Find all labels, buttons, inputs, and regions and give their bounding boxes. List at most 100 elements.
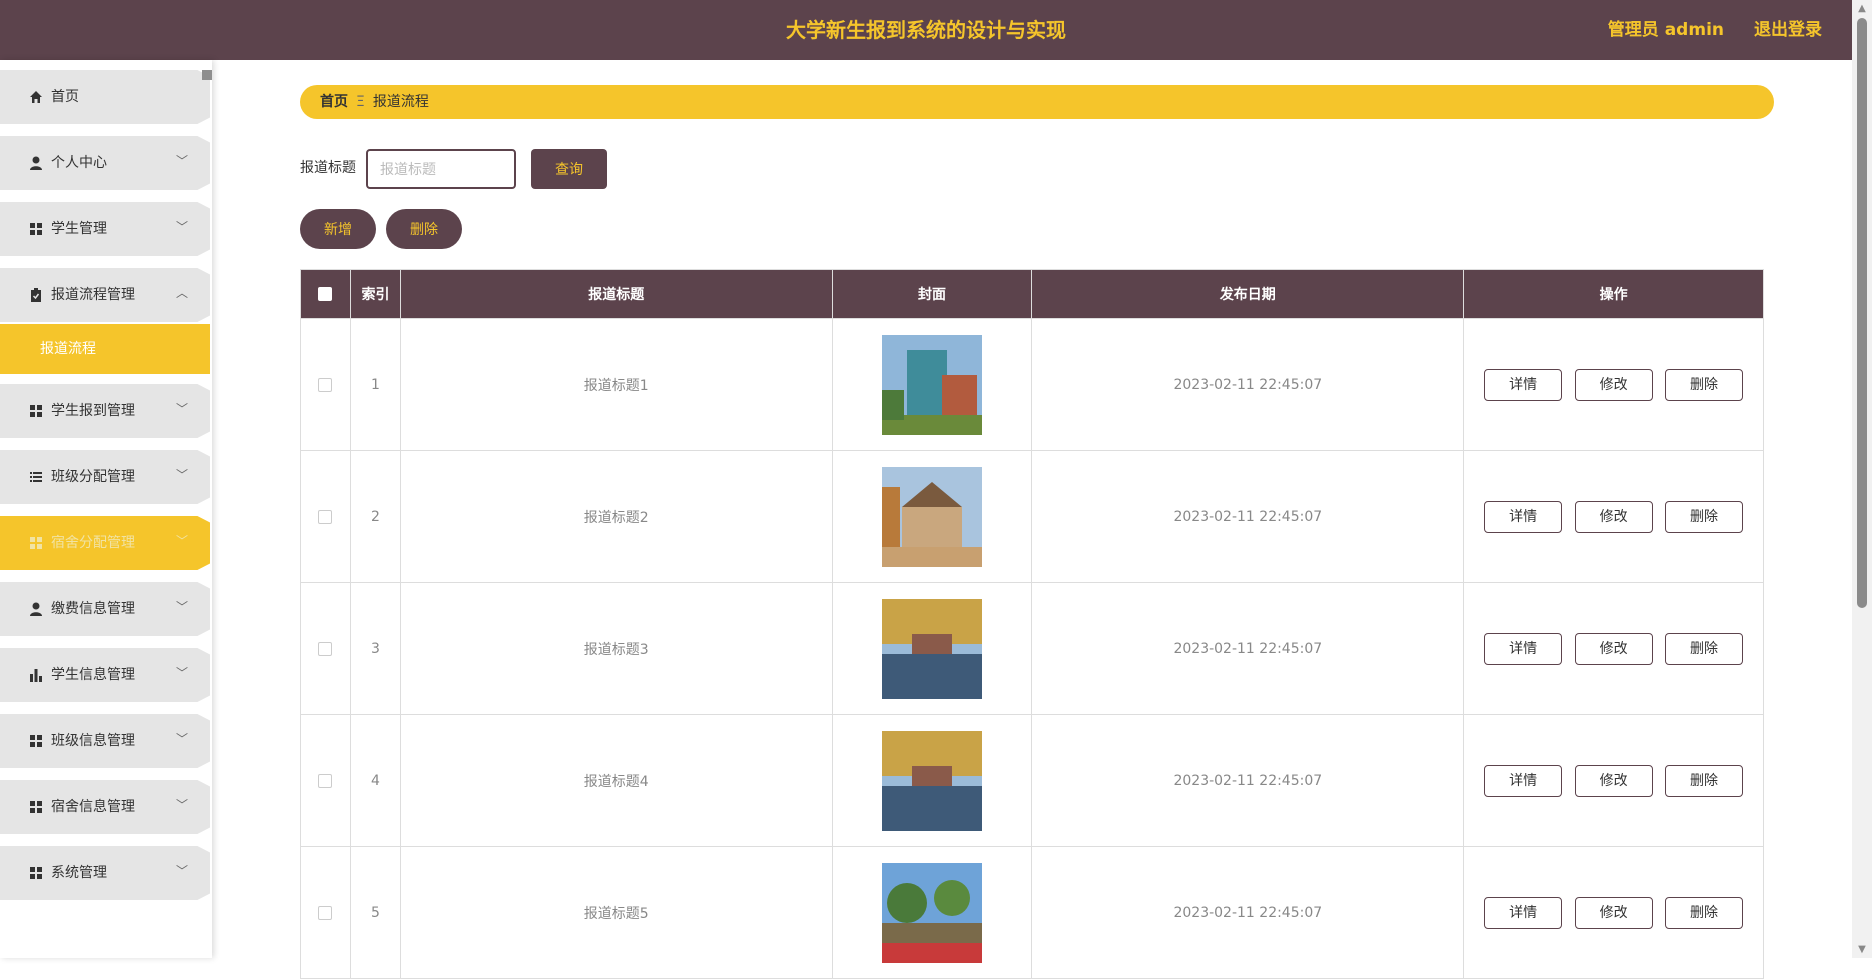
search-input[interactable] — [366, 149, 516, 189]
row-title: 报道标题5 — [399, 846, 833, 979]
current-user[interactable]: 管理员 admin — [1608, 0, 1724, 60]
cover-image[interactable] — [882, 862, 983, 963]
sidebar: 首页 个人中心 ﹀ 学生管理 ﹀ 报道流程管理 ︿ 报道流程 学生报到管理 ﹀ … — [0, 60, 212, 958]
table-row: 4 报道标题4 2023-02-11 22:45:07 详情 修改 删除 — [300, 714, 1764, 847]
delete-button[interactable]: 删除 — [1665, 764, 1744, 797]
cover-image[interactable] — [882, 334, 983, 435]
row-title: 报道标题1 — [399, 318, 833, 451]
sidebar-item-dorm-assignment[interactable]: 宿舍分配管理 ﹀ — [0, 516, 210, 570]
column-header-actions: 操作 — [1463, 269, 1764, 319]
chevron-down-icon: ﹀ — [175, 666, 188, 680]
breadcrumb-separator-icon: Ξ — [356, 94, 365, 110]
row-title: 报道标题4 — [399, 714, 833, 847]
scroll-down-icon[interactable]: ▼ — [1852, 941, 1872, 958]
user-icon — [30, 602, 42, 616]
scroll-up-icon[interactable]: ▲ — [1852, 0, 1872, 17]
menu-corner-decoration — [202, 70, 212, 80]
sidebar-item-home[interactable]: 首页 — [0, 70, 210, 124]
sidebar-item-class-info[interactable]: 班级信息管理 ﹀ — [0, 714, 210, 768]
row-checkbox[interactable] — [318, 641, 333, 656]
select-all-checkbox[interactable] — [318, 287, 333, 301]
sidebar-item-label: 学生信息管理 — [51, 667, 135, 683]
detail-button[interactable]: 详情 — [1484, 896, 1563, 929]
row-checkbox[interactable] — [318, 773, 333, 788]
grid-icon — [30, 735, 42, 747]
select-all-header[interactable] — [300, 269, 351, 319]
delete-button[interactable]: 删除 — [1665, 632, 1744, 665]
vertical-scrollbar[interactable]: ▲ ▼ — [1852, 0, 1872, 958]
table-row: 5 报道标题5 2023-02-11 22:45:07 详情 修改 删除 — [300, 846, 1764, 979]
edit-button[interactable]: 修改 — [1574, 764, 1653, 797]
sidebar-item-system[interactable]: 系统管理 ﹀ — [0, 846, 210, 900]
edit-button[interactable]: 修改 — [1574, 896, 1653, 929]
row-checkbox[interactable] — [318, 905, 333, 920]
row-index: 5 — [349, 846, 401, 979]
detail-button[interactable]: 详情 — [1484, 764, 1563, 797]
sidebar-item-profile[interactable]: 个人中心 ﹀ — [0, 136, 210, 190]
chevron-down-icon: ﹀ — [175, 600, 188, 614]
breadcrumb-home[interactable]: 首页 — [320, 94, 348, 110]
row-date: 2023-02-11 22:45:07 — [1031, 846, 1465, 979]
row-index: 3 — [349, 582, 401, 715]
breadcrumb: 首页 Ξ 报道流程 — [300, 85, 1774, 119]
cover-image[interactable] — [882, 466, 983, 567]
sidebar-item-label: 班级信息管理 — [51, 733, 135, 749]
sidebar-subitem-registration-process[interactable]: 报道流程 — [0, 324, 210, 374]
sidebar-item-label: 班级分配管理 — [51, 469, 135, 485]
app-title: 大学新生报到系统的设计与实现 — [786, 18, 1066, 42]
table-row: 1 报道标题1 2023-02-11 22:45:07 详情 修改 删除 — [300, 318, 1764, 451]
detail-button[interactable]: 详情 — [1484, 500, 1563, 533]
top-header: 大学新生报到系统的设计与实现 管理员 admin 退出登录 — [0, 0, 1852, 60]
clipboard-icon — [31, 288, 41, 302]
sidebar-item-students[interactable]: 学生管理 ﹀ — [0, 202, 210, 256]
scrollbar-thumb[interactable] — [1857, 18, 1867, 608]
logout-link[interactable]: 退出登录 — [1754, 0, 1822, 60]
sidebar-item-label: 学生管理 — [51, 221, 107, 237]
sidebar-item-registration-process[interactable]: 报道流程管理 ︿ — [0, 268, 210, 322]
list-icon — [30, 472, 42, 482]
sidebar-item-label: 宿舍分配管理 — [51, 535, 135, 551]
chevron-up-icon: ︿ — [175, 286, 188, 300]
search-label: 报道标题 — [300, 160, 356, 176]
sidebar-item-label: 系统管理 — [51, 865, 107, 881]
row-date: 2023-02-11 22:45:07 — [1031, 318, 1465, 451]
sidebar-item-label: 首页 — [51, 89, 79, 105]
bar-chart-icon — [30, 669, 42, 682]
delete-button[interactable]: 删除 — [1665, 368, 1744, 401]
row-date: 2023-02-11 22:45:07 — [1031, 582, 1465, 715]
detail-button[interactable]: 详情 — [1484, 368, 1563, 401]
edit-button[interactable]: 修改 — [1574, 500, 1653, 533]
delete-button[interactable]: 删除 — [1665, 500, 1744, 533]
chevron-down-icon: ﹀ — [175, 220, 188, 234]
chevron-down-icon: ﹀ — [175, 154, 188, 168]
delete-button[interactable]: 删除 — [1665, 896, 1744, 929]
batch-delete-button[interactable]: 删除 — [386, 209, 462, 249]
cover-image[interactable] — [882, 730, 983, 831]
sidebar-item-label: 个人中心 — [51, 155, 107, 171]
table-row: 3 报道标题3 2023-02-11 22:45:07 详情 修改 删除 — [300, 582, 1764, 715]
chevron-down-icon: ﹀ — [175, 534, 188, 548]
edit-button[interactable]: 修改 — [1574, 368, 1653, 401]
row-date: 2023-02-11 22:45:07 — [1031, 450, 1465, 583]
sidebar-item-class-assignment[interactable]: 班级分配管理 ﹀ — [0, 450, 210, 504]
chevron-down-icon: ﹀ — [175, 798, 188, 812]
table-row: 2 报道标题2 2023-02-11 22:45:07 详情 修改 删除 — [300, 450, 1764, 583]
query-button[interactable]: 查询 — [531, 149, 607, 189]
row-checkbox[interactable] — [318, 377, 333, 392]
sidebar-item-dorm-info[interactable]: 宿舍信息管理 ﹀ — [0, 780, 210, 834]
row-checkbox[interactable] — [318, 509, 333, 524]
add-button[interactable]: 新增 — [300, 209, 376, 249]
detail-button[interactable]: 详情 — [1484, 632, 1563, 665]
row-index: 2 — [349, 450, 401, 583]
sidebar-item-fee-info[interactable]: 缴费信息管理 ﹀ — [0, 582, 210, 636]
column-header-date: 发布日期 — [1031, 269, 1465, 319]
edit-button[interactable]: 修改 — [1574, 632, 1653, 665]
grid-icon — [30, 867, 42, 879]
cover-image[interactable] — [882, 598, 983, 699]
sidebar-item-student-registration[interactable]: 学生报到管理 ﹀ — [0, 384, 210, 438]
sidebar-item-label: 宿舍信息管理 — [51, 799, 135, 815]
sidebar-item-student-info[interactable]: 学生信息管理 ﹀ — [0, 648, 210, 702]
grid-icon — [30, 223, 42, 235]
row-index: 4 — [349, 714, 401, 847]
column-header-title: 报道标题 — [399, 269, 833, 319]
